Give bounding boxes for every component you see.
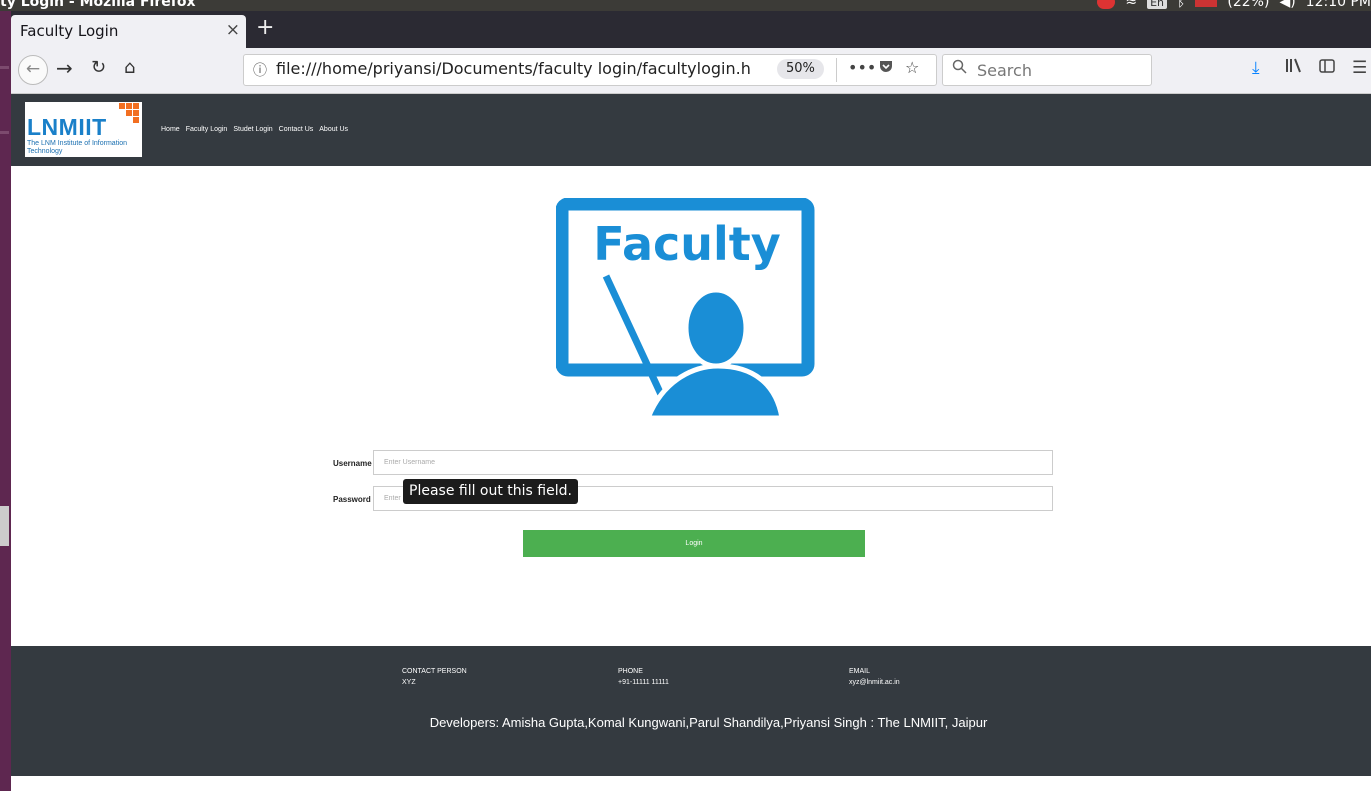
new-tab-icon[interactable]: + (256, 15, 274, 40)
window-title: ty Login - Mozilla Firefox (0, 0, 196, 10)
nav-about-us[interactable]: About Us (319, 126, 348, 133)
developers-credit: Developers: Amisha Gupta,Komal Kungwani,… (429, 715, 988, 730)
page-viewport: LNMIIT The LNM Institute of Information … (11, 94, 1371, 791)
logo-subtitle: The LNM Institute of Information Technol… (27, 140, 127, 155)
browser-tab-bar: Faculty Login × + (11, 11, 1371, 48)
phone-value: +91-11111 11111 (618, 679, 669, 686)
faculty-teacher-icon: Faculty (556, 198, 815, 418)
clock[interactable]: 12:10 PM (1306, 0, 1371, 10)
sidebar-icon[interactable] (1319, 58, 1335, 78)
bookmark-star-icon[interactable]: ☆ (905, 58, 919, 77)
email-value: xyz@lnmiit.ac.in (849, 679, 900, 686)
nav-home[interactable]: Home (161, 126, 180, 133)
wifi-icon[interactable]: ≈ (1125, 0, 1137, 10)
launcher-active-app[interactable] (0, 506, 9, 546)
download-icon[interactable]: ⤓ (1252, 58, 1260, 78)
search-input[interactable] (975, 59, 1144, 81)
site-footer: CONTACT PERSON XYZ PHONE +91-11111 11111… (11, 646, 1371, 776)
keyboard-layout-indicator[interactable]: En (1147, 0, 1167, 9)
login-button[interactable]: Login (523, 530, 865, 557)
contact-column: CONTACT PERSON XYZ (402, 666, 467, 688)
validation-tooltip: Please fill out this field. (403, 479, 578, 504)
nav-student-login[interactable]: Studet Login (233, 126, 272, 133)
more-icon[interactable]: ••• (848, 58, 876, 77)
info-icon[interactable]: ⓘ (253, 60, 267, 80)
system-tray: ≈ En ᛒ (22%) ◀) 12:10 PM (1097, 0, 1371, 10)
username-input[interactable] (373, 450, 1053, 475)
username-label: Username (333, 459, 372, 468)
tab-title: Faculty Login (20, 22, 119, 40)
browser-toolbar: ← → ↻ ⌂ ⓘ file:///home/priyansi/Document… (11, 48, 1371, 94)
reload-icon[interactable]: ↻ (91, 57, 106, 78)
logo-square (133, 103, 139, 109)
browser-tab[interactable]: Faculty Login × (11, 15, 246, 48)
phone-column: PHONE +91-11111 11111 (618, 666, 669, 688)
logo-square (119, 103, 125, 109)
bluetooth-icon[interactable]: ᛒ (1177, 0, 1185, 10)
hero-image-text: Faculty (593, 217, 781, 271)
email-title: EMAIL (849, 668, 871, 675)
battery-percent: (22%) (1227, 0, 1270, 10)
back-icon[interactable]: ← (18, 55, 48, 85)
address-bar[interactable]: ⓘ file:///home/priyansi/Documents/facult… (243, 54, 937, 86)
site-header: LNMIIT The LNM Institute of Information … (11, 94, 1371, 166)
url-divider (836, 58, 837, 82)
search-icon (952, 59, 967, 78)
logo-square (126, 110, 132, 116)
launcher-sidebar (0, 11, 11, 791)
logo-square (133, 110, 139, 116)
search-box[interactable] (942, 54, 1152, 86)
contact-title: CONTACT PERSON (402, 668, 467, 675)
library-icon[interactable] (1285, 58, 1303, 78)
nav-contact-us[interactable]: Contact Us (279, 126, 314, 133)
pocket-icon[interactable] (878, 58, 894, 78)
zoom-level-badge[interactable]: 50% (777, 59, 824, 79)
forward-icon[interactable]: → (56, 56, 73, 80)
update-icon[interactable] (1097, 0, 1116, 9)
email-column: EMAIL xyz@lnmiit.ac.in (849, 666, 900, 688)
logo-name: LNMIIT (27, 114, 107, 140)
logo-square (126, 103, 132, 109)
os-top-bar: ty Login - Mozilla Firefox ≈ En ᛒ (22%) … (0, 0, 1371, 11)
lnmiit-logo[interactable]: LNMIIT The LNM Institute of Information … (25, 102, 142, 157)
home-icon[interactable]: ⌂ (124, 57, 135, 78)
site-nav: Home Faculty Login Studet Login Contact … (161, 126, 348, 133)
close-tab-icon[interactable]: × (226, 20, 240, 40)
volume-icon[interactable]: ◀) (1279, 0, 1295, 10)
launcher-indicator (0, 66, 9, 69)
battery-icon[interactable] (1195, 0, 1218, 7)
phone-title: PHONE (618, 668, 643, 675)
password-label: Password (333, 495, 371, 504)
url-text[interactable]: file:///home/priyansi/Documents/faculty … (276, 59, 751, 78)
launcher-indicator (0, 131, 9, 134)
menu-icon[interactable]: ☰ (1352, 58, 1367, 78)
nav-faculty-login[interactable]: Faculty Login (186, 126, 228, 133)
contact-value: XYZ (402, 679, 416, 686)
logo-square (133, 117, 139, 123)
